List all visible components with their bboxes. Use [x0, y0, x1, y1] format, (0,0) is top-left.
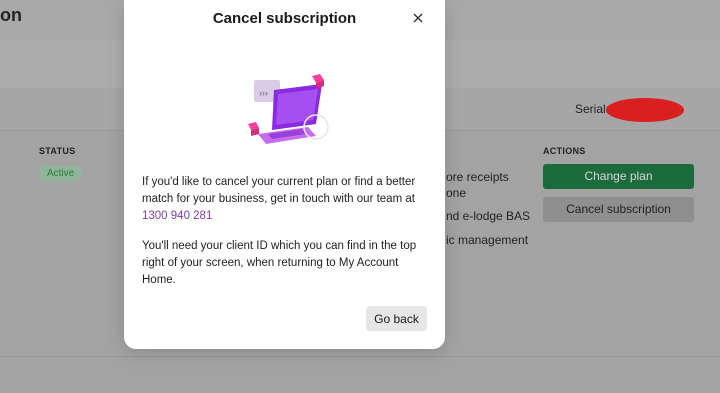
cancel-subscription-dialog: Cancel subscription ››› If you'd like to… — [124, 0, 445, 349]
feature-item: ic management — [446, 233, 529, 247]
status-badge: Active — [39, 166, 83, 181]
laptop-chat-illustration: ››› — [244, 72, 334, 152]
feature-item: nd e-lodge BAS — [446, 209, 531, 223]
close-icon[interactable] — [410, 10, 426, 26]
go-back-button[interactable]: Go back — [366, 306, 427, 331]
phone-link[interactable]: 1300 940 281 — [142, 210, 212, 222]
contact-text: If you'd like to cancel your current pla… — [142, 176, 416, 205]
change-plan-button[interactable]: Change plan — [543, 164, 694, 189]
contact-message: If you'd like to cancel your current pla… — [142, 174, 432, 225]
status-header: STATUS — [39, 146, 76, 156]
actions-header: ACTIONS — [543, 146, 586, 156]
client-id-message: You'll need your client ID which you can… — [142, 240, 417, 286]
page-title: on — [0, 5, 22, 25]
svg-text:›››: ››› — [259, 88, 268, 98]
feature-item: one — [446, 186, 467, 200]
redaction-mark — [606, 98, 684, 122]
dialog-title: Cancel subscription — [212, 10, 357, 27]
account-page: on Serial: STATUS Active ore receipts on… — [0, 0, 720, 393]
serial-label: Serial: — [575, 102, 610, 116]
feature-item: ore receipts — [446, 170, 509, 184]
cancel-subscription-button[interactable]: Cancel subscription — [543, 197, 694, 222]
